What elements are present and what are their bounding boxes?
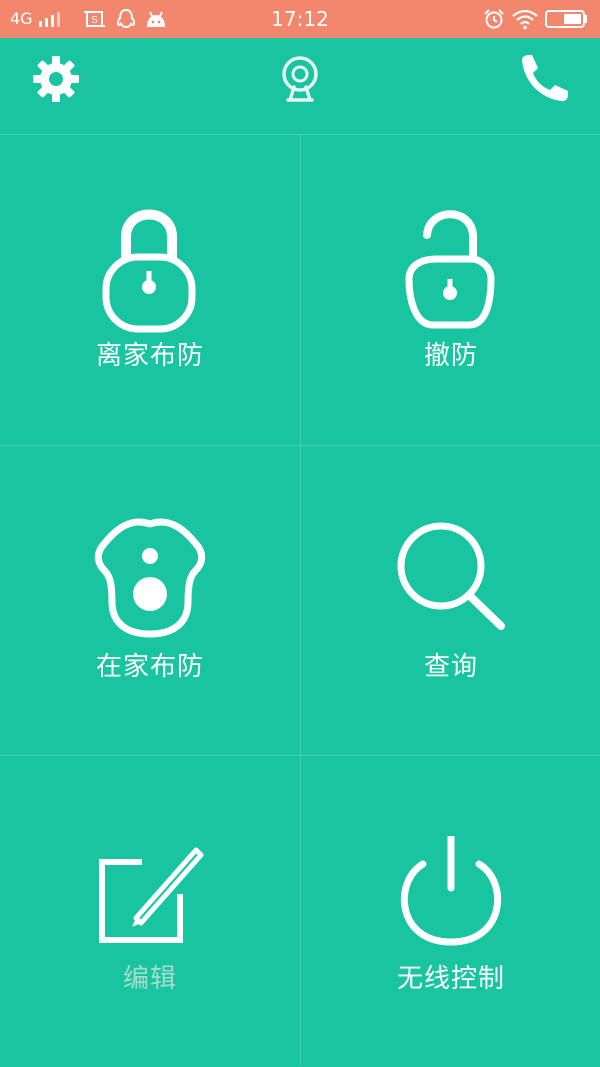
settings-gear-icon[interactable] (32, 55, 80, 103)
tile-label: 编辑 (122, 964, 177, 994)
wifi-icon (512, 9, 538, 30)
tile-label: 查询 (423, 652, 478, 682)
tile-away-arm[interactable]: 离家布防 (0, 135, 300, 445)
lock-closed-icon (102, 209, 196, 333)
tile-label: 无线控制 (396, 964, 505, 994)
power-icon (400, 836, 502, 946)
app-header (0, 38, 600, 135)
camera-icon[interactable] (280, 54, 320, 102)
tile-label: 离家布防 (95, 341, 204, 371)
tile-home-arm[interactable]: 在家布防 (0, 445, 300, 755)
alarm-icon (484, 9, 504, 29)
search-icon (397, 522, 505, 630)
tile-label: 在家布防 (95, 652, 204, 682)
tile-wireless-control[interactable]: 无线控制 (300, 755, 600, 1065)
phone-icon[interactable] (518, 54, 570, 104)
lock-open-icon (405, 210, 495, 329)
status-bar: 4G S 17:12 (0, 0, 600, 38)
tile-edit[interactable]: 编辑 (0, 755, 300, 1065)
clock: 17:12 (271, 7, 329, 31)
tile-disarm[interactable]: 撤防 (300, 135, 600, 445)
main-grid: 离家布防 撤防 在家布防 查询 编辑 无线控制 (0, 135, 600, 1067)
tile-label: 撤防 (423, 341, 478, 371)
edit-pencil-icon (99, 847, 204, 943)
battery-icon (545, 10, 587, 28)
home-person-icon (94, 518, 206, 638)
tile-query[interactable]: 查询 (300, 445, 600, 755)
